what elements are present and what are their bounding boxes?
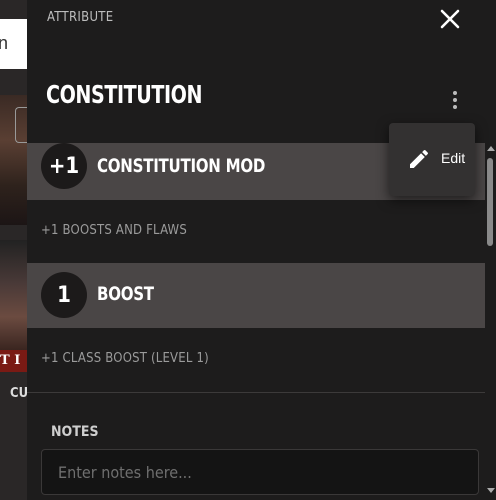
close-icon	[440, 9, 460, 29]
kebab-menu-icon	[453, 91, 457, 95]
modifier-badge: +1	[41, 143, 87, 189]
edit-menu-label: Edit	[441, 150, 466, 166]
notes-label: NOTES	[51, 424, 99, 440]
scroll-up-arrow-icon[interactable]	[487, 146, 495, 151]
boost-row[interactable]: 1 BOOST	[27, 263, 485, 328]
divider	[27, 392, 485, 393]
scrollbar-thumb[interactable]	[487, 158, 493, 246]
background-image-bottom[interactable]	[0, 240, 27, 350]
pencil-icon	[410, 149, 429, 168]
notes-input[interactable]	[41, 449, 479, 495]
panel-header-label: ATTRIBUTE	[47, 10, 114, 25]
background-search-text: n	[0, 33, 9, 53]
options-menu: Edit	[389, 123, 475, 196]
more-options-button[interactable]	[448, 91, 462, 115]
page-title: CONSTITUTION	[46, 80, 203, 109]
background-app: n T I CU	[0, 0, 27, 500]
row-title: CONSTITUTION MOD	[97, 155, 266, 177]
edit-menu-item[interactable]: Edit	[389, 123, 475, 196]
scroll-down-arrow-icon[interactable]	[487, 488, 495, 493]
row-title: BOOST	[97, 283, 154, 305]
row-subtitle: +1 BOOSTS AND FLAWS	[41, 223, 187, 238]
background-banner: T I	[0, 350, 27, 372]
background-label: CU	[10, 386, 27, 401]
background-image-top[interactable]	[0, 95, 27, 225]
close-button[interactable]	[439, 8, 461, 30]
scrollbar[interactable]	[485, 140, 495, 500]
boost-badge: 1	[41, 272, 87, 318]
row-subtitle: +1 CLASS BOOST (LEVEL 1)	[41, 351, 209, 366]
attribute-panel: ATTRIBUTE CONSTITUTION +1 CONSTITUTION M…	[27, 0, 496, 500]
